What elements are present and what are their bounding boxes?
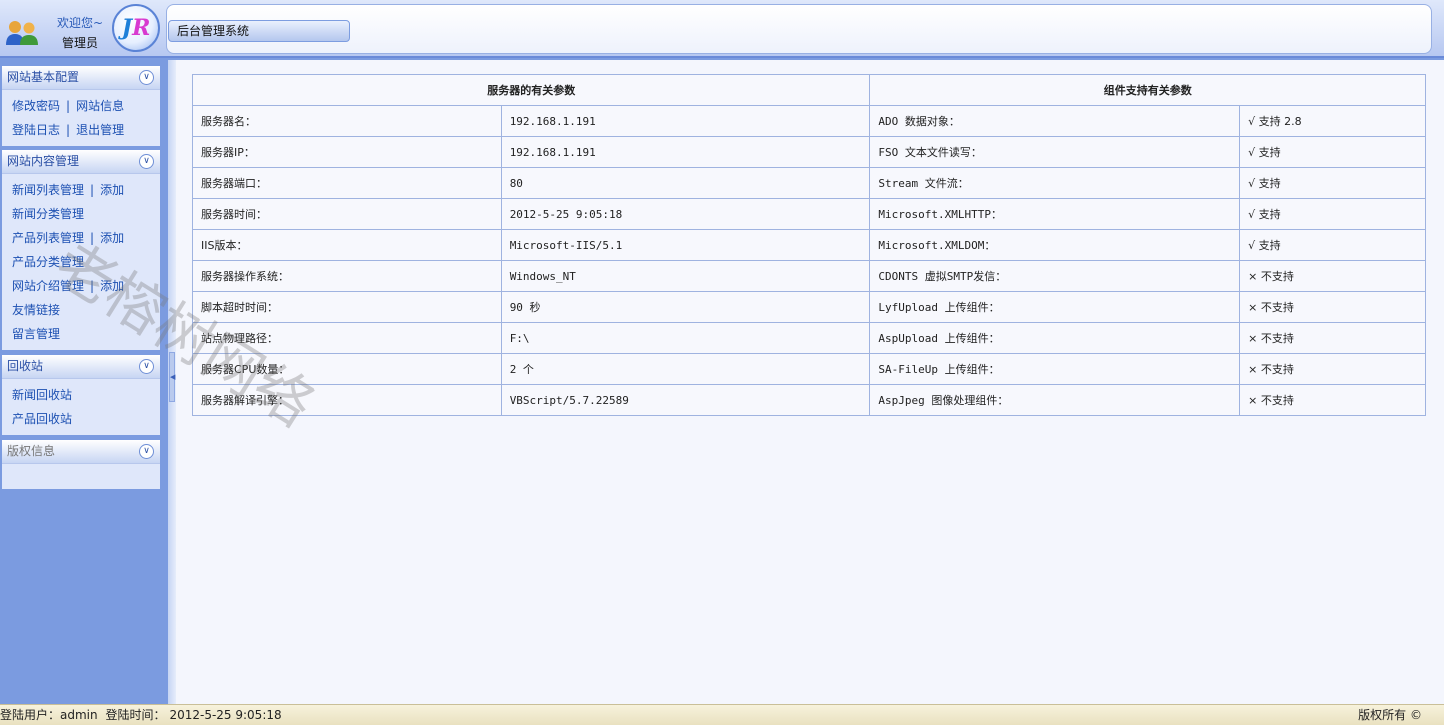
menu-item-product-category[interactable]: 产品分类管理 [12, 255, 84, 269]
component-label: ADO 数据对象： [869, 105, 1241, 137]
menu-item-site-intro[interactable]: 网站介绍管理 [12, 279, 84, 293]
param-value: VBScript/5.7.22589 [500, 384, 871, 416]
param-label: 服务器CPU数量： [192, 353, 502, 385]
component-status: √ 支持 [1239, 136, 1426, 168]
server-params-header: 服务器的有关参数 [191, 74, 871, 106]
component-status: √ 支持 [1239, 229, 1426, 261]
component-status: × 不支持 [1239, 353, 1426, 385]
menu-item-news-add[interactable]: 添加 [100, 183, 124, 197]
menu-group-title[interactable]: 网站内容管理 ∨ [2, 150, 160, 174]
component-label: Microsoft.XMLDOM： [869, 229, 1241, 261]
collapse-icon[interactable]: ∨ [139, 154, 154, 169]
login-user: 登陆用户：admin [0, 708, 98, 722]
param-value: F:\ [500, 322, 871, 354]
param-value: 2012-5-25 9:05:18 [500, 198, 871, 230]
component-status: × 不支持 [1239, 291, 1426, 323]
component-status: √ 支持 [1239, 167, 1426, 199]
menu-item-product-recycle[interactable]: 产品回收站 [12, 412, 72, 426]
param-label: 服务器时间： [192, 198, 502, 230]
table-row: 服务器解译引擎： VBScript/5.7.22589 AspJpeg 图像处理组件… [192, 384, 1426, 416]
menu-item-product-list[interactable]: 产品列表管理 [12, 231, 84, 245]
sidebar-splitter[interactable]: ◀ [168, 60, 176, 704]
table-row: 服务器IP： 192.168.1.191 FSO 文本文件读写： √ 支持 [192, 136, 1426, 168]
table-row: 服务器时间： 2012-5-25 9:05:18 Microsoft.XMLHTTP… [192, 198, 1426, 230]
component-label: Stream 文件流： [869, 167, 1241, 199]
menu-item-intro-add[interactable]: 添加 [100, 279, 124, 293]
collapse-icon[interactable]: ∨ [139, 70, 154, 85]
system-title-tab[interactable]: 后台管理系统 [168, 20, 350, 42]
main-content: 服务器的有关参数 组件支持有关参数 服务器名： 192.168.1.191 ADO … [176, 60, 1444, 704]
table-row: 服务器端口： 80 Stream 文件流： √ 支持 [192, 167, 1426, 199]
login-time-label: 登陆时间： [105, 708, 166, 722]
component-params-header: 组件支持有关参数 [869, 74, 1426, 106]
menu-item-change-password[interactable]: 修改密码 [12, 99, 60, 113]
welcome-username: 管理员 [61, 36, 98, 50]
menu-group-copyright: 版权信息 ∨ [2, 440, 160, 489]
param-label: 服务器名： [192, 105, 502, 137]
menu-item-product-add[interactable]: 添加 [100, 231, 124, 245]
param-value: 192.168.1.191 [500, 105, 871, 137]
menu-item-news-recycle[interactable]: 新闻回收站 [12, 388, 72, 402]
component-label: CDONTS 虚拟SMTP发信： [869, 260, 1241, 292]
collapse-sidebar-icon[interactable]: ◀ [169, 352, 175, 402]
menu-item-messages[interactable]: 留言管理 [12, 327, 60, 341]
table-row: IIS版本： Microsoft-IIS/5.1 Microsoft.XMLDOM：… [192, 229, 1426, 261]
header-panel [166, 4, 1432, 54]
param-label: 服务器操作系统： [192, 260, 502, 292]
menu-item-news-list[interactable]: 新闻列表管理 [12, 183, 84, 197]
table-row: 服务器操作系统： Windows_NT CDONTS 虚拟SMTP发信： × 不支持 [192, 260, 1426, 292]
table-row: 脚本超时时间： 90 秒 LyfUpload 上传组件： × 不支持 [192, 291, 1426, 323]
menu-group-recycle: 回收站 ∨ 新闻回收站 产品回收站 [2, 355, 160, 435]
component-label: AspJpeg 图像处理组件： [869, 384, 1241, 416]
table-row: 服务器名： 192.168.1.191 ADO 数据对象： √ 支持 2.8 [192, 105, 1426, 137]
param-label: 站点物理路径： [192, 322, 502, 354]
sidebar: 网站基本配置 ∨ 修改密码 | 网站信息 登陆日志 | 退出管理 网站内容管理 ∨ 新闻… [0, 60, 168, 704]
status-bar: 登陆用户：admin 登陆时间： 2012-5-25 9:05:18 版权所有 © [0, 704, 1444, 725]
component-label: SA-FileUp 上传组件： [869, 353, 1241, 385]
collapse-icon[interactable]: ∨ [139, 444, 154, 459]
param-value: 80 [500, 167, 871, 199]
menu-group-title[interactable]: 版权信息 ∨ [2, 440, 160, 464]
server-info-table: 服务器的有关参数 组件支持有关参数 服务器名： 192.168.1.191 ADO … [191, 74, 1426, 416]
param-label: 服务器IP： [192, 136, 502, 168]
collapse-icon[interactable]: ∨ [139, 359, 154, 374]
menu-item-news-category[interactable]: 新闻分类管理 [12, 207, 84, 221]
param-value: 90 秒 [500, 291, 871, 323]
param-label: 脚本超时时间： [192, 291, 502, 323]
menu-item-site-info[interactable]: 网站信息 [76, 99, 124, 113]
site-logo: JR [112, 4, 160, 52]
component-label: FSO 文本文件读写： [869, 136, 1241, 168]
component-status: × 不支持 [1239, 322, 1426, 354]
component-label: AspUpload 上传组件： [869, 322, 1241, 354]
menu-item-login-log[interactable]: 登陆日志 [12, 123, 60, 137]
table-row: 服务器CPU数量： 2 个 SA-FileUp 上传组件： × 不支持 [192, 353, 1426, 385]
param-label: IIS版本： [192, 229, 502, 261]
component-label: LyfUpload 上传组件： [869, 291, 1241, 323]
menu-group-basic-config: 网站基本配置 ∨ 修改密码 | 网站信息 登陆日志 | 退出管理 [2, 66, 160, 146]
login-time-value: 2012-5-25 9:05:18 [169, 708, 282, 722]
component-label: Microsoft.XMLHTTP： [869, 198, 1241, 230]
menu-item-friend-links[interactable]: 友情链接 [12, 303, 60, 317]
welcome-text: 欢迎您~ 管理员 [50, 13, 110, 53]
table-row: 站点物理路径： F:\ AspUpload 上传组件： × 不支持 [192, 322, 1426, 354]
menu-group-title[interactable]: 网站基本配置 ∨ [2, 66, 160, 90]
param-value: Microsoft-IIS/5.1 [500, 229, 871, 261]
component-status: × 不支持 [1239, 260, 1426, 292]
param-value: Windows_NT [500, 260, 871, 292]
welcome-greeting: 欢迎您~ [56, 16, 104, 30]
menu-group-content: 网站内容管理 ∨ 新闻列表管理 | 添加 新闻分类管理 产品列表管理 | 添加 产品分类… [2, 150, 160, 350]
component-status: × 不支持 [1239, 384, 1426, 416]
users-icon [6, 21, 38, 45]
param-label: 服务器端口： [192, 167, 502, 199]
menu-group-title[interactable]: 回收站 ∨ [2, 355, 160, 379]
component-status: √ 支持 [1239, 198, 1426, 230]
component-status: √ 支持 2.8 [1239, 105, 1426, 137]
param-value: 2 个 [500, 353, 871, 385]
param-value: 192.168.1.191 [500, 136, 871, 168]
top-header: 欢迎您~ 管理员 JR 后台管理系统 [0, 0, 1444, 58]
copyright-text: 版权所有 © [1358, 708, 1422, 722]
param-label: 服务器解译引擎： [192, 384, 502, 416]
menu-item-logout[interactable]: 退出管理 [76, 123, 124, 137]
